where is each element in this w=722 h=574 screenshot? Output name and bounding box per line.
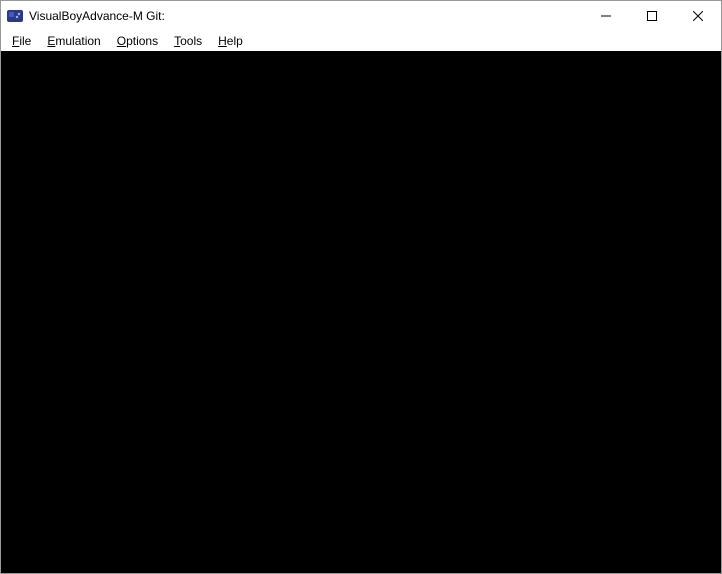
close-button[interactable] [675, 1, 721, 31]
menu-file[interactable]: File [4, 33, 39, 49]
menu-options[interactable]: Options [109, 33, 166, 49]
window-title: VisualBoyAdvance-M Git: [29, 9, 165, 23]
emulator-display [1, 51, 721, 573]
window-controls [583, 1, 721, 31]
menubar: File Emulation Options Tools Help [1, 31, 721, 51]
maximize-button[interactable] [629, 1, 675, 31]
menu-emulation[interactable]: Emulation [39, 33, 108, 49]
titlebar: VisualBoyAdvance-M Git: [1, 1, 721, 31]
minimize-button[interactable] [583, 1, 629, 31]
menu-tools[interactable]: Tools [166, 33, 210, 49]
app-icon [7, 9, 23, 23]
menu-help[interactable]: Help [210, 33, 251, 49]
